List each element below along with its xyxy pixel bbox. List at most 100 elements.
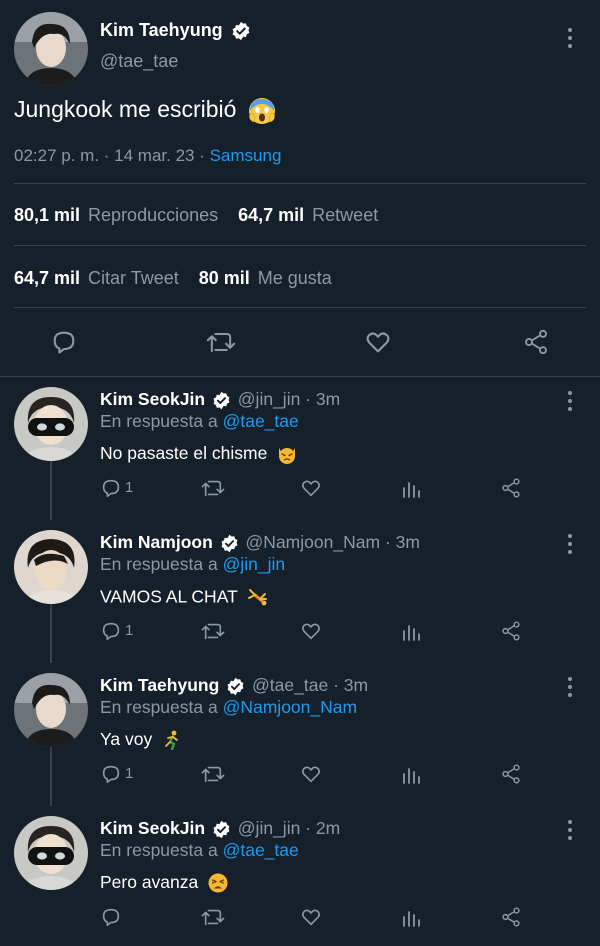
reply-author-handle[interactable]: @tae_tae	[252, 675, 328, 695]
reply-header: Kim Taehyung @tae_tae · 3m	[100, 675, 368, 696]
reply-prefix: En respuesta a	[100, 411, 218, 431]
retweet-icon[interactable]	[200, 620, 226, 642]
share-icon[interactable]	[522, 328, 550, 356]
divider	[14, 245, 586, 246]
reply-author-handle[interactable]: @jin_jin	[238, 389, 301, 409]
reply-count: 1	[125, 622, 134, 639]
reply-author-name[interactable]: Kim Namjoon	[100, 532, 213, 552]
retweet-icon[interactable]	[200, 763, 226, 785]
retweet-icon[interactable]	[200, 906, 226, 928]
views-count: 80,1 mil	[14, 205, 81, 225]
reply-to-link[interactable]: @tae_tae	[223, 411, 299, 431]
retweet-icon[interactable]	[205, 328, 237, 356]
verified-badge-icon	[213, 391, 230, 410]
tweet-text: Jungkook me escribió	[14, 96, 237, 123]
reply-author-name[interactable]: Kim SeokJin	[100, 818, 205, 838]
retweet-icon[interactable]	[200, 477, 226, 499]
reply-text: Ya voy	[100, 729, 183, 751]
reply-icon[interactable]	[100, 620, 122, 642]
reply-author-handle[interactable]: @Namjoon_Nam	[246, 532, 380, 552]
reply-time: · 2m	[305, 818, 341, 838]
stats-row-1: 80,1 mil Reproducciones 64,7 mil Retweet	[14, 205, 398, 226]
tweet-meta: 02:27 p. m. · 14 mar. 23 · Samsung	[14, 146, 281, 166]
reply-count: 1	[125, 479, 134, 496]
reply-count: 1	[125, 765, 134, 782]
reply-tweet[interactable]: Kim Taehyung @tae_tae · 3m En respuesta …	[0, 663, 600, 806]
reply-author-name[interactable]: Kim Taehyung	[100, 675, 219, 695]
share-icon[interactable]	[500, 763, 522, 785]
views-label: Reproducciones	[88, 205, 219, 225]
reply-to-link[interactable]: @tae_tae	[223, 840, 299, 860]
more-options-icon[interactable]	[560, 26, 580, 50]
more-options-icon[interactable]	[560, 818, 580, 842]
tweet-source-link[interactable]: Samsung	[210, 146, 282, 165]
like-icon[interactable]	[300, 620, 322, 642]
reply-text-content: Ya voy	[100, 729, 153, 749]
reply-text: Pero avanza	[100, 872, 229, 894]
reply-context: En respuesta a @tae_tae	[100, 840, 299, 861]
retweets-count[interactable]: 64,7 mil	[238, 205, 304, 225]
analytics-icon[interactable]	[401, 906, 421, 928]
like-icon[interactable]	[300, 906, 322, 928]
reply-icon[interactable]	[100, 477, 122, 499]
more-options-icon[interactable]	[560, 532, 580, 556]
reply-prefix: En respuesta a	[100, 697, 218, 717]
reply-context: En respuesta a @tae_tae	[100, 411, 299, 432]
reply-time: · 3m	[305, 389, 341, 409]
likes-label[interactable]: Me gusta	[258, 268, 332, 288]
more-options-icon[interactable]	[560, 675, 580, 699]
stats-row-2: 64,7 mil Citar Tweet 80 mil Me gusta	[14, 268, 352, 289]
share-icon[interactable]	[500, 620, 522, 642]
weary-face-emoji	[208, 873, 228, 893]
share-icon[interactable]	[500, 906, 522, 928]
reply-time: · 3m	[384, 532, 420, 552]
reply-to-link[interactable]: @jin_jin	[223, 554, 286, 574]
tweet-timestamp: 02:27 p. m. · 14 mar. 23 ·	[14, 146, 210, 165]
running-person-emoji	[165, 730, 178, 751]
quotes-count[interactable]: 64,7 mil	[14, 268, 80, 288]
reply-avatar[interactable]	[14, 673, 88, 747]
verified-badge-icon	[213, 820, 230, 839]
reply-text: VAMOS AL CHAT	[100, 586, 270, 610]
share-icon[interactable]	[500, 477, 522, 499]
like-icon[interactable]	[300, 763, 322, 785]
more-options-icon[interactable]	[560, 389, 580, 413]
screaming-face-emoji	[248, 98, 275, 124]
cartwheel-emoji	[248, 589, 268, 606]
main-author-name[interactable]: Kim Taehyung	[100, 20, 251, 41]
reply-avatar[interactable]	[14, 387, 88, 461]
reply-tweet[interactable]: Kim SeokJin @jin_jin · 2m En respuesta a…	[0, 806, 600, 946]
reply-to-link[interactable]: @Namjoon_Nam	[223, 697, 357, 717]
reply-time: · 3m	[333, 675, 369, 695]
verified-badge-icon	[232, 22, 250, 41]
reply-text-content: No pasaste el chisme	[100, 443, 268, 463]
reply-avatar[interactable]	[14, 530, 88, 604]
main-tweet-text: Jungkook me escribió	[14, 96, 277, 126]
analytics-icon[interactable]	[401, 620, 421, 642]
reply-icon[interactable]	[100, 763, 122, 785]
divider	[14, 183, 586, 184]
like-icon[interactable]	[300, 477, 322, 499]
author-name-text[interactable]: Kim Taehyung	[100, 20, 223, 40]
quotes-label[interactable]: Citar Tweet	[88, 268, 179, 288]
verified-badge-icon	[227, 677, 244, 696]
retweets-label[interactable]: Retweet	[312, 205, 378, 225]
reply-tweet[interactable]: Kim SeokJin @jin_jin · 3m En respuesta a…	[0, 377, 600, 520]
reply-icon[interactable]	[50, 328, 78, 356]
reply-context: En respuesta a @jin_jin	[100, 554, 285, 575]
reply-header: Kim Namjoon @Namjoon_Nam · 3m	[100, 532, 420, 553]
reply-text-content: Pero avanza	[100, 872, 199, 892]
reply-header: Kim SeokJin @jin_jin · 2m	[100, 818, 340, 839]
reply-prefix: En respuesta a	[100, 554, 218, 574]
reply-author-name[interactable]: Kim SeokJin	[100, 389, 205, 409]
reply-author-handle[interactable]: @jin_jin	[238, 818, 301, 838]
reply-avatar[interactable]	[14, 816, 88, 890]
reply-icon[interactable]	[100, 906, 122, 928]
analytics-icon[interactable]	[401, 477, 421, 499]
like-icon[interactable]	[364, 328, 392, 356]
main-avatar[interactable]	[14, 12, 88, 86]
reply-tweet[interactable]: Kim Namjoon @Namjoon_Nam · 3m En respues…	[0, 520, 600, 663]
main-author-handle[interactable]: @tae_tae	[100, 51, 178, 72]
likes-count[interactable]: 80 mil	[199, 268, 250, 288]
analytics-icon[interactable]	[401, 763, 421, 785]
